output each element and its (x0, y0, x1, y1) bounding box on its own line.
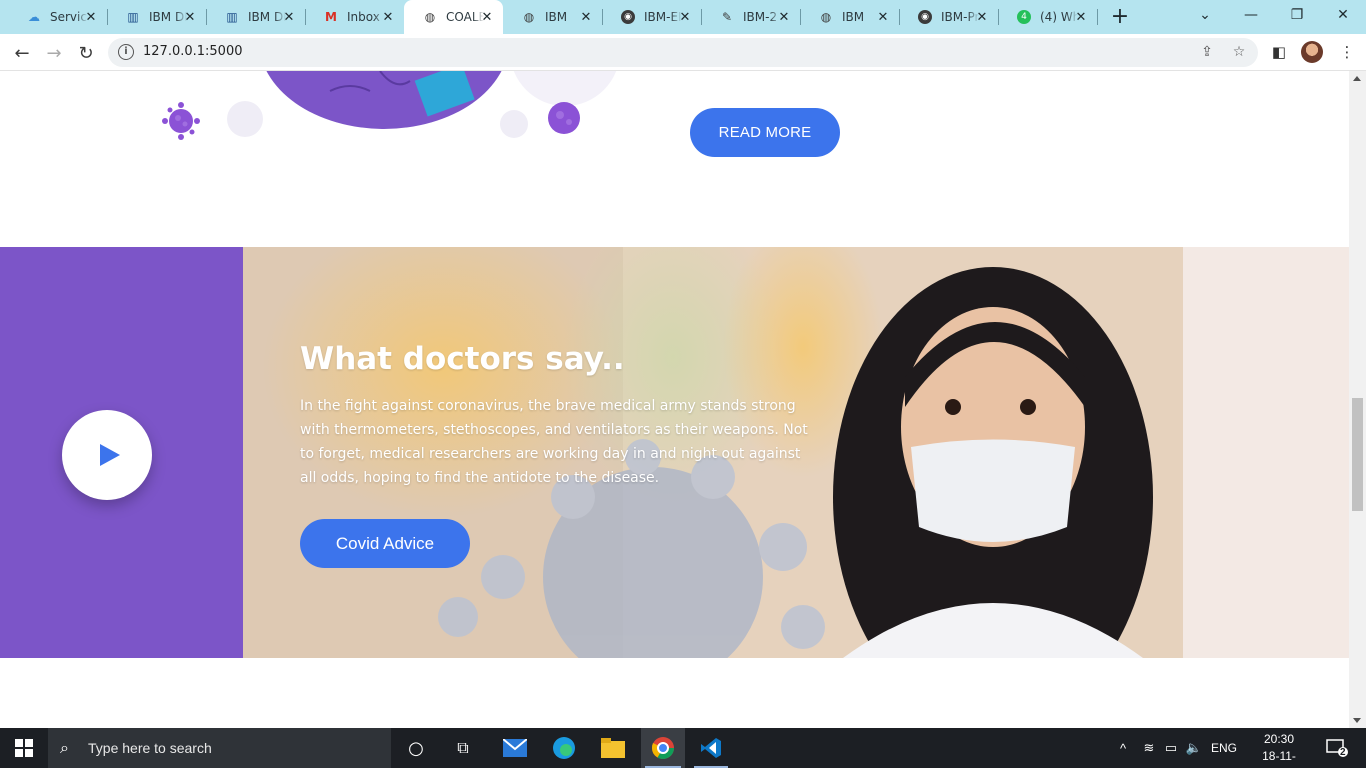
tab-close-icon[interactable]: ✕ (479, 9, 495, 25)
page-viewport: READ MORE What doctors say.. In the figh… (0, 71, 1349, 728)
browser-tab[interactable]: ◍ IBM ✕ (800, 0, 900, 34)
browser-tab[interactable]: ◉ IBM-Pr ✕ (899, 0, 999, 34)
volume-icon[interactable]: 🔈 (1183, 728, 1205, 768)
browser-toolbar: ← → ↻ i 127.0.0.1:5000 ⇪ ☆ ◧ ⋮ (0, 34, 1366, 71)
minimize-button[interactable]: — (1228, 0, 1274, 30)
tab-close-icon[interactable]: ✕ (1073, 9, 1089, 25)
close-window-button[interactable]: ✕ (1320, 0, 1366, 30)
chrome-icon[interactable] (641, 728, 685, 768)
section-title: What doctors say.. (300, 341, 625, 377)
read-more-button[interactable]: READ MORE (690, 108, 840, 157)
mail-icon[interactable] (494, 728, 536, 768)
play-video-button[interactable] (62, 410, 152, 500)
tab-close-icon[interactable]: ✕ (677, 9, 693, 25)
tab-search-chevron-icon[interactable]: ⌄ (1182, 0, 1228, 30)
forward-arrow-icon[interactable]: → (40, 39, 68, 67)
scroll-up-arrow-icon[interactable] (1353, 76, 1361, 81)
side-panel-icon[interactable]: ◧ (1268, 41, 1290, 63)
browser-tab[interactable]: M Inbox ✕ (305, 0, 405, 34)
globe-icon: ◍ (424, 10, 436, 24)
covid-advice-button[interactable]: Covid Advice (300, 519, 470, 568)
gmail-icon: M (325, 10, 337, 24)
grid-icon: ▥ (127, 10, 139, 24)
browser-tab[interactable]: ◉ IBM-EI ✕ (602, 0, 702, 34)
url-text[interactable]: 127.0.0.1:5000 (143, 44, 243, 59)
browser-tab[interactable]: ▥IBM DB✕ (206, 0, 306, 34)
reload-icon[interactable]: ↻ (72, 39, 100, 67)
edge-browser-icon[interactable] (543, 728, 585, 768)
tab-close-icon[interactable]: ✕ (974, 9, 990, 25)
battery-icon[interactable]: ▭ (1160, 728, 1182, 768)
globe-icon: ◍ (523, 10, 535, 24)
site-info-icon[interactable]: i (118, 44, 134, 60)
tab-close-icon[interactable]: ✕ (182, 9, 198, 25)
browser-tab[interactable]: 4 (4) Wh ✕ (998, 0, 1098, 34)
menu-kebab-icon[interactable]: ⋮ (1336, 41, 1358, 63)
grid-icon: ▥ (226, 10, 238, 24)
windows-taskbar: ⌕ Type here to search ○ ⧉ ^ ≋ ▭ 🔈 ENG 20… (0, 728, 1366, 780)
browser-tab[interactable]: ◍ IBM ✕ (503, 0, 603, 34)
windows-start-icon[interactable] (0, 728, 48, 768)
tab-close-icon[interactable]: ✕ (281, 9, 297, 25)
section-body-text: In the fight against coronavirus, the br… (300, 398, 808, 486)
file-explorer-icon[interactable] (592, 728, 634, 768)
virus-icon (162, 102, 200, 140)
globe-icon: ◍ (820, 10, 832, 24)
browser-tab[interactable]: ▥IBM DB✕ (107, 0, 207, 34)
tab-close-icon[interactable]: ✕ (875, 9, 891, 25)
tab-close-icon[interactable]: ✕ (83, 9, 99, 25)
page-scrollbar[interactable] (1349, 71, 1366, 728)
search-placeholder: Type here to search (88, 740, 212, 756)
browser-tab[interactable]: ☁Service✕ (8, 0, 108, 34)
clock-date: 18-11-2022 (1262, 749, 1296, 780)
language-indicator[interactable]: ENG (1208, 728, 1240, 768)
cloud-icon: ☁ (28, 10, 40, 24)
github-icon: ◉ (620, 9, 636, 25)
browser-tab-strip: ☁Service✕▥IBM DB✕▥IBM DB✕MInbox✕◍COALE✕◍… (0, 0, 1366, 34)
address-bar[interactable]: i 127.0.0.1:5000 ⇪ ☆ (108, 38, 1258, 67)
new-tab-button[interactable]: + (1108, 5, 1132, 29)
profile-avatar[interactable] (1301, 41, 1323, 63)
notifications-icon[interactable]: 2 (1322, 728, 1352, 768)
tab-close-icon[interactable]: ✕ (776, 9, 792, 25)
scrollbar-thumb[interactable] (1352, 398, 1363, 511)
scroll-down-arrow-icon[interactable] (1353, 718, 1361, 723)
tab-close-icon[interactable]: ✕ (380, 9, 396, 25)
wifi-icon[interactable]: ≋ (1138, 728, 1160, 768)
share-icon[interactable]: ⇪ (1198, 44, 1216, 62)
search-icon: ⌕ (60, 738, 69, 757)
notification-count: 2 (1340, 747, 1346, 758)
bookmark-star-icon[interactable]: ☆ (1230, 44, 1248, 62)
cortana-circle-icon[interactable]: ○ (396, 728, 436, 768)
whatsapp-icon: 4 (1016, 9, 1032, 25)
play-icon (100, 444, 120, 466)
clock-time: 20:30 (1263, 732, 1295, 746)
github-icon: ◉ (917, 9, 933, 25)
task-view-icon[interactable]: ⧉ (443, 728, 483, 768)
edit-icon: ✎ (721, 10, 733, 24)
taskbar-clock[interactable]: 20:30 18-11-2022 (1256, 731, 1302, 782)
browser-tab[interactable]: ✎ IBM-2 ✕ (701, 0, 801, 34)
purple-panel (0, 247, 243, 658)
virus-illustration (162, 71, 617, 140)
doctors-section: What doctors say.. In the fight against … (0, 247, 1349, 658)
taskbar-search-box[interactable]: ⌕ Type here to search (48, 728, 391, 768)
browser-tab[interactable]: ◍ COALE ✕ (404, 0, 503, 34)
tab-separator (1097, 9, 1098, 25)
back-arrow-icon[interactable]: ← (8, 39, 36, 67)
show-hidden-icons-chevron-icon[interactable]: ^ (1112, 728, 1134, 768)
restore-button[interactable]: ❐ (1274, 0, 1320, 30)
tab-close-icon[interactable]: ✕ (578, 9, 594, 25)
vscode-icon[interactable] (690, 728, 732, 768)
